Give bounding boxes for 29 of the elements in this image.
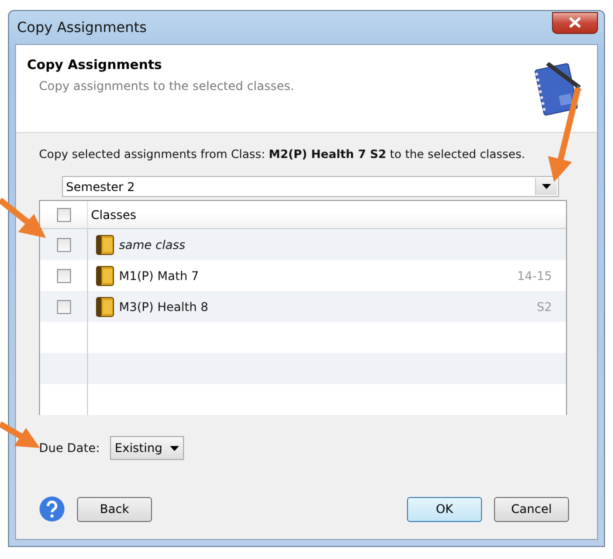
class-name[interactable]: M3(P) Health 8 — [119, 300, 208, 314]
help-icon[interactable] — [39, 496, 65, 522]
checkbox[interactable] — [56, 208, 70, 222]
due-date-label: Due Date: — [39, 441, 100, 455]
book-icon — [96, 266, 114, 286]
header-title: Copy Assignments — [27, 58, 163, 73]
ok-button[interactable]: OK — [407, 496, 482, 522]
annotation-arrow — [0, 198, 46, 238]
checkbox[interactable] — [56, 238, 70, 252]
due-date-dropdown[interactable]: Existing — [110, 436, 184, 460]
book-icon — [96, 234, 114, 254]
close-button[interactable] — [552, 12, 598, 34]
checkbox[interactable] — [56, 268, 70, 282]
class-name[interactable]: same class — [119, 238, 186, 252]
book-icon — [96, 296, 114, 316]
caret-icon — [542, 184, 551, 189]
window-title: Copy Assignments — [16, 20, 147, 36]
class-name[interactable]: M1(P) Math 7 — [119, 268, 199, 282]
header-subtitle: Copy assignments to the selected classes. — [39, 79, 294, 93]
class-term: 14-15 — [517, 268, 552, 282]
back-button[interactable]: Back — [77, 496, 152, 522]
close-icon — [569, 17, 581, 28]
checkbox[interactable] — [56, 300, 70, 314]
class-term: S2 — [536, 300, 552, 314]
annotation-arrow — [0, 421, 40, 448]
cancel-button[interactable]: Cancel — [494, 496, 569, 522]
term-dropdown[interactable]: Semester 2 — [62, 176, 559, 197]
caret-icon — [170, 446, 180, 450]
instruction-text: Copy selected assignments from Class: M2(P) Health 7 S2 to the selected classes. — [39, 147, 526, 161]
